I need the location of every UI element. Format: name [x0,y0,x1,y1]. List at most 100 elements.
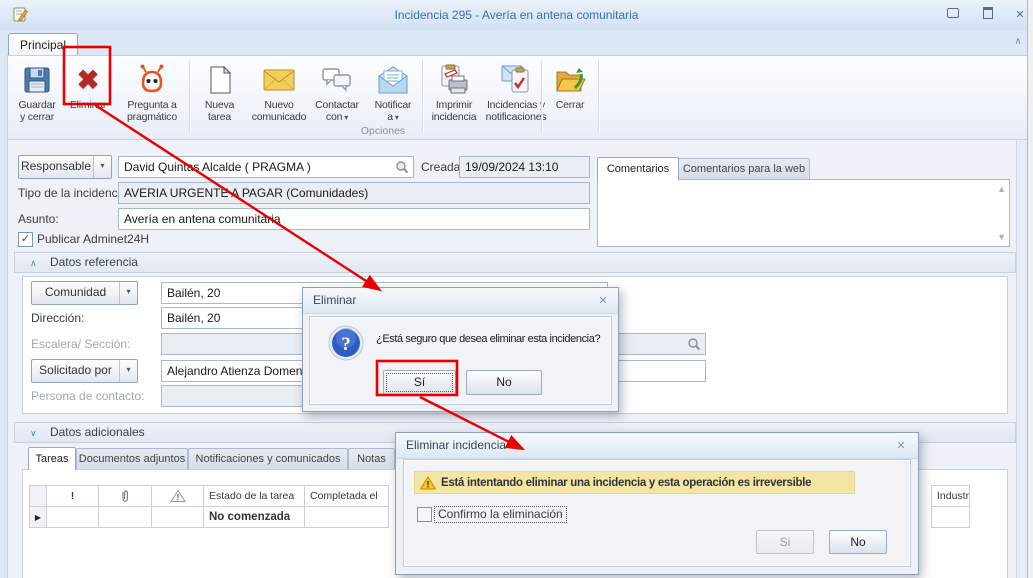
pregunta-pragmatico-button[interactable]: Pregunta a pragmático [114,58,190,136]
button-label: comunicado [251,111,307,123]
button-label: Incidencias y [486,99,546,111]
imprimir-incidencia-button[interactable]: Imprimir incidencia [425,58,483,136]
publicar-checkbox[interactable]: ✓ [18,231,33,247]
cell-warning[interactable] [152,507,204,528]
question-icon: ? [327,324,365,365]
button-label: Cerrar [555,99,585,111]
tab-notas[interactable]: Notas [348,448,395,470]
button-label: Guardar [18,99,56,111]
dialog-title-bar[interactable]: Eliminar ✕ [303,288,618,314]
dropdown-icon[interactable]: ▾ [119,282,137,304]
checkbox-check-icon: ✓ [18,232,33,247]
tab-tareas[interactable]: Tareas [28,447,76,470]
warning-icon: ! [420,475,436,489]
yes-button[interactable]: Sí [383,370,456,395]
eliminar-button[interactable]: ✖ Eliminar [65,58,111,136]
warning-text: Está intentando eliminar una incidencia … [441,476,812,489]
comentarios-textarea[interactable]: ▲ ▼ [597,179,1010,247]
solicitado-por-dropdown-button[interactable]: Solicitado por ▾ [31,359,138,383]
svg-text:?: ? [341,334,351,355]
datos-referencia-header[interactable]: ∧ Datos referencia [14,252,1016,273]
solicitado-value: Alejandro Atienza Domenech [167,364,322,378]
ribbon-collapse-icon[interactable]: ∧ [1008,36,1028,47]
dialog-eliminar: Eliminar ✕ ? ¿Está seguro que desea elim… [302,287,619,412]
envelope-icon [262,61,296,99]
checkbox-unchecked [417,507,432,522]
chevron-up-icon[interactable]: ∧ [30,258,37,268]
cell-industrial[interactable] [932,507,970,528]
col-attachment[interactable] [99,486,152,507]
button-label: con [325,111,343,123]
clipboard-check-icon [499,61,533,99]
responsable-field[interactable]: David Quintas Alcalde ( PRAGMA ) [118,156,414,178]
scroll-down-icon[interactable]: ▼ [997,232,1006,242]
button-label: y cerrar [20,111,54,123]
close-icon[interactable]: ✕ [892,438,910,454]
button-label: Eliminar [69,99,107,111]
tab-documentos-adjuntos[interactable]: Documentos adjuntos [76,448,188,470]
direccion-value: Bailén, 20 [167,311,221,325]
minimize-button[interactable] [941,7,965,23]
confirm-checkbox-label[interactable]: Confirmo la eliminación [434,506,567,523]
tab-notificaciones-comunicados[interactable]: Notificaciones y comunicados [188,448,348,470]
cell-completada[interactable] [305,507,389,528]
close-icon[interactable]: ✕ [594,293,612,309]
col-estado[interactable]: Estado de la tarea [204,486,305,507]
scroll-up-icon[interactable]: ▲ [997,184,1006,194]
col-industrial[interactable]: Industr [932,486,970,507]
dropdown-icon: ▾ [344,113,349,122]
dropdown-icon[interactable]: ▾ [119,360,137,382]
tab-comentarios-web[interactable]: Comentarios para la web [678,158,810,180]
nueva-tarea-button[interactable]: Nueva tarea [192,58,247,136]
incidencias-notificaciones-button[interactable]: Incidencias y notificaciones [484,58,548,136]
robot-icon [135,61,169,99]
cell-attachment[interactable] [99,507,152,528]
window-title: Incidencia 295 - Avería en antena comuni… [394,8,639,22]
delete-x-icon: ✖ [76,65,100,95]
table-row[interactable]: ▶ No comenzada [30,507,389,528]
cell-priority[interactable] [47,507,99,528]
confirm-checkbox[interactable] [417,507,432,525]
button-label: Nueva [204,99,235,111]
responsable-label: Responsable [20,159,92,173]
col-priority[interactable]: ! [47,486,99,507]
guardar-cerrar-button[interactable]: Guardar y cerrar [11,58,63,136]
asunto-field[interactable]: Avería en antena comunitaria [118,208,590,230]
persona-contacto-label: Persona de contacto: [31,389,145,403]
responsable-dropdown-button[interactable]: Responsable ▾ [18,155,112,179]
nuevo-comunicado-button[interactable]: Nuevo comunicado [248,58,310,136]
right-border-strip [1016,140,1027,578]
search-icon[interactable] [685,335,703,353]
app-window: Incidencia 295 - Avería en antena comuni… [0,0,1033,578]
title-bar: Incidencia 295 - Avería en antena comuni… [0,0,1033,31]
dialog-title-bar[interactable]: Eliminar incidencia ✕ [396,433,918,459]
warning-banner: ! Está intentando eliminar una incidenci… [414,471,855,494]
col-warning[interactable]: ! [152,486,204,507]
dropdown-icon[interactable]: ▾ [93,156,111,178]
new-page-icon [205,61,235,99]
creada-label: Creada: [421,160,464,174]
search-icon[interactable] [393,158,411,176]
responsable-value: David Quintas Alcalde ( PRAGMA ) [124,160,311,174]
comunidad-dropdown-button[interactable]: Comunidad ▾ [31,281,138,305]
creada-field: 19/09/2024 13:10 [459,156,590,178]
comunidad-value: Bailén, 20 [167,286,221,300]
svg-text:!: ! [176,493,179,502]
tab-principal[interactable]: Principal [8,33,78,56]
minimize-icon [947,8,959,18]
no-button[interactable]: No [466,370,542,395]
cell-estado[interactable]: No comenzada [204,507,305,528]
tipo-field: AVERIA URGENTE A PAGAR (Comunidades) [118,182,590,204]
col-completada[interactable]: Completada el [305,486,389,507]
cerrar-button[interactable]: Cerrar [545,58,595,136]
tareas-table: ! ! Estado de la tarea Completada el ▶ N… [29,485,389,528]
tipo-value: AVERIA URGENTE A PAGAR (Comunidades) [124,186,369,200]
asunto-label: Asunto: [18,212,59,226]
restore-button[interactable] [976,7,1000,23]
warning-outline-icon: ! [169,489,186,502]
tab-comentarios[interactable]: Comentarios [597,157,679,180]
ribbon-toolbar: Guardar y cerrar ✖ Eliminar Pregunta a p… [7,55,1028,140]
row-marker: ▶ [30,507,47,528]
chevron-down-icon[interactable]: ∨ [30,428,37,438]
no-button[interactable]: No [829,530,887,554]
